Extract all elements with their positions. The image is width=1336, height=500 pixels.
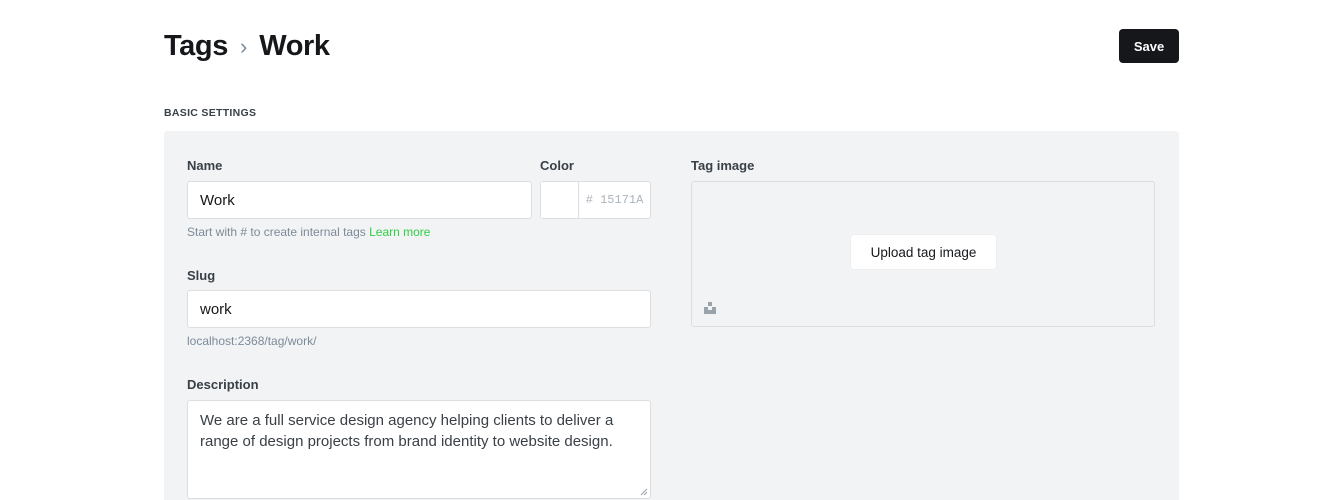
slug-url-hint: localhost:2368/tag/work/ bbox=[187, 334, 317, 348]
breadcrumb: Tags › Work bbox=[164, 28, 330, 64]
slug-input[interactable]: work bbox=[187, 290, 651, 328]
description-text: We are a full service design agency help… bbox=[200, 412, 614, 450]
description-label: Description bbox=[187, 377, 259, 392]
name-label: Name bbox=[187, 158, 223, 173]
color-label: Color bbox=[540, 158, 574, 173]
unsplash-icon[interactable] bbox=[703, 301, 717, 315]
section-title-basic-settings: BASIC SETTINGS bbox=[164, 107, 257, 119]
upload-tag-image-button[interactable]: Upload tag image bbox=[851, 235, 996, 269]
learn-more-link[interactable]: Learn more bbox=[369, 225, 430, 239]
tag-image-label: Tag image bbox=[691, 158, 755, 173]
name-hint-text: Start with # to create internal tags bbox=[187, 225, 366, 239]
breadcrumb-tags-link[interactable]: Tags bbox=[164, 30, 228, 63]
color-swatch[interactable] bbox=[541, 182, 579, 218]
name-hint: Start with # to create internal tags Lea… bbox=[187, 225, 430, 239]
name-input[interactable]: Work bbox=[187, 181, 532, 219]
save-button[interactable]: Save bbox=[1119, 29, 1179, 63]
page-title: Work bbox=[259, 29, 330, 62]
color-hex-input[interactable]: # 15171A bbox=[579, 182, 650, 218]
slug-label: Slug bbox=[187, 268, 216, 283]
resize-handle-icon[interactable] bbox=[640, 488, 648, 496]
page-header: Tags › Work Save bbox=[164, 28, 1179, 64]
description-textarea[interactable]: We are a full service design agency help… bbox=[187, 400, 651, 499]
color-picker: # 15171A bbox=[540, 181, 651, 219]
tag-image-dropzone[interactable]: Upload tag image bbox=[691, 181, 1155, 327]
chevron-right-icon: › bbox=[239, 34, 248, 59]
